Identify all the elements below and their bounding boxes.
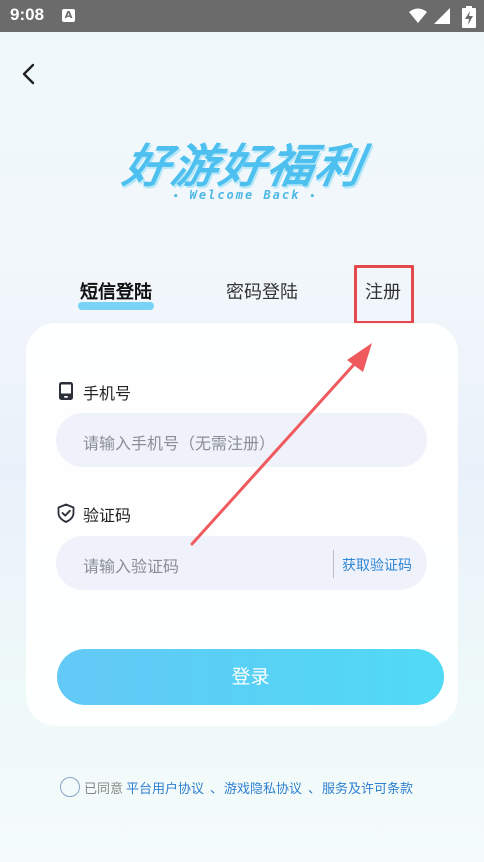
tab-sms-login-label: 短信登陆 <box>80 282 152 303</box>
logo-subtitle: Welcome Back <box>189 188 301 202</box>
tab-password-login-label: 密码登陆 <box>226 282 298 303</box>
notification-icon: A <box>62 9 75 22</box>
code-input-placeholder: 请输入验证码 <box>83 557 180 576</box>
phone-input[interactable]: 请输入手机号（无需注册） <box>56 413 427 467</box>
battery-charging-icon <box>462 6 476 28</box>
back-button[interactable] <box>14 58 46 90</box>
logo-dot-left: • <box>172 192 181 202</box>
phone-icon <box>59 382 73 400</box>
agreement-checkbox[interactable] <box>60 777 80 797</box>
logo: 好游好福利 • Welcome Back • <box>100 130 390 210</box>
agreement-row: 已同意 平台用户协议 、 游戏隐私协议 、 服务及许可条款 <box>60 776 460 798</box>
annotation-highlight-box <box>354 265 414 324</box>
wifi-icon <box>409 8 427 23</box>
service-terms-link[interactable]: 服务及许可条款 <box>322 778 413 797</box>
get-code-button[interactable]: 获取验证码 <box>342 555 412 575</box>
agreement-separator: 、 <box>308 782 322 797</box>
user-agreement-link[interactable]: 平台用户协议 <box>126 778 204 797</box>
logo-subtitle-row: • Welcome Back • <box>100 188 390 202</box>
privacy-agreement-link[interactable]: 游戏隐私协议 <box>224 778 302 797</box>
signal-icon <box>434 8 450 24</box>
status-time: 9:08 <box>10 5 45 24</box>
tab-password-login[interactable]: 密码登陆 <box>226 278 298 304</box>
phone-label-text: 手机号 <box>83 384 132 403</box>
shield-check-icon <box>57 503 75 523</box>
chevron-left-icon <box>22 63 35 85</box>
phone-input-placeholder: 请输入手机号（无需注册） <box>83 434 276 453</box>
logo-title: 好游好福利 <box>119 139 369 193</box>
status-bar: 9:08 A <box>0 0 484 32</box>
divider <box>333 550 334 578</box>
agreement-separator: 、 <box>210 782 224 797</box>
active-tab-indicator <box>78 302 154 310</box>
verification-code-input[interactable]: 请输入验证码 获取验证码 <box>56 536 427 590</box>
tab-sms-login[interactable]: 短信登陆 <box>78 278 154 310</box>
code-label-text: 验证码 <box>83 506 132 525</box>
login-button[interactable]: 登录 <box>57 649 444 705</box>
logo-dot-right: • <box>309 192 317 202</box>
agreement-prefix: 已同意 <box>84 782 124 797</box>
